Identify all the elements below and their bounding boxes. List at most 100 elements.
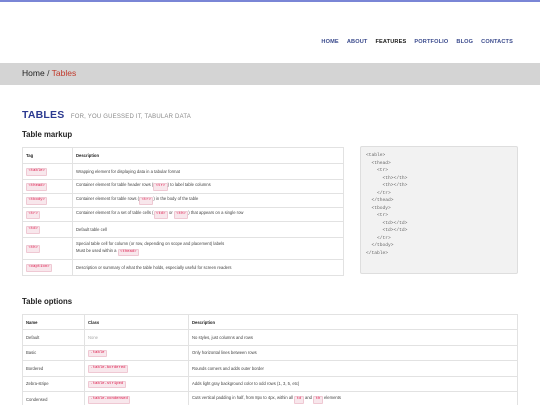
- cell-text: Must be used within a: [76, 247, 118, 253]
- table-row: Bordered .table-bordered Rounds corners an…: [22, 360, 518, 377]
- description-cell: Only horizontal lines between rows: [188, 344, 518, 361]
- table-markup-heading: Table markup: [22, 130, 73, 139]
- description-cell: Cuts vertical padding in half, from 8px …: [188, 391, 518, 405]
- inline-code: td: [294, 396, 304, 404]
- tag-code: <table>: [26, 168, 48, 176]
- cell-text: Adds light gray background color to odd …: [192, 381, 300, 387]
- description-cell: Container element for table header rows …: [72, 179, 344, 194]
- description-line: Wrapping element for displaying data in …: [76, 169, 340, 174]
- name-cell: Default: [22, 329, 85, 346]
- table-markup-table: Tag Description <table> Wrapping element …: [22, 147, 344, 276]
- cell-text: and: [303, 395, 314, 400]
- cell-text: Container element for a set of table cel…: [76, 210, 154, 216]
- inline-code: <tr>: [153, 183, 168, 191]
- cell-text: Special table cell for column (or row, d…: [76, 241, 225, 246]
- class-code: .table: [88, 349, 108, 357]
- table-row: <th> Special table cell for column (or ro…: [22, 237, 344, 260]
- table-row: <thead> Container element for table heade…: [22, 179, 344, 194]
- cell-text: Only horizontal lines between rows: [192, 350, 257, 356]
- description-cell: Container element for table rows (<tr>) …: [72, 193, 344, 208]
- inline-code: <td>: [153, 211, 168, 219]
- code-sample: <table> <thead> <tr> <th></th> <th></th>…: [360, 146, 518, 274]
- cell-text: Cuts vertical padding in half, from 8px …: [192, 395, 295, 400]
- markup-col-description: Description: [72, 147, 344, 164]
- description-cell: No styles, just columns and rows: [188, 329, 518, 346]
- tag-cell: <tbody>: [22, 193, 73, 208]
- markup-col-tag: Tag: [22, 147, 73, 164]
- page-subtitle: FOR, YOU GUESSED IT, TABULAR DATA: [70, 114, 191, 120]
- class-cell: .table: [84, 344, 189, 361]
- breadcrumb-home-link[interactable]: Home: [22, 68, 45, 78]
- cell-text: Wrapping element for displaying data in …: [76, 169, 180, 174]
- table-row: <tbody> Container element for table rows …: [22, 193, 344, 208]
- nav-item-contacts[interactable]: CONTACTS: [481, 39, 513, 45]
- cell-text: Rounds corners and adds outer border: [192, 365, 264, 371]
- tag-code: <thead>: [26, 183, 48, 191]
- inline-code: th: [313, 396, 323, 404]
- breadcrumb: Home / Tables: [22, 68, 76, 78]
- table-row: Default None No styles, just columns and r…: [22, 329, 518, 346]
- nav-item-portfolio[interactable]: PORTFOLIO: [414, 39, 448, 45]
- nav-item-about[interactable]: ABOUT: [347, 39, 368, 45]
- description-cell: Container element for a set of table cel…: [72, 207, 344, 222]
- description-line: Must be used within a <thead>: [76, 247, 340, 256]
- cell-text: Container element for table header rows …: [76, 182, 154, 188]
- page-heading: TABLES FOR, YOU GUESSED IT, TABULAR DATA: [22, 105, 191, 123]
- cell-text: No styles, just columns and rows: [192, 334, 253, 340]
- table-row: Condensed .table-condensed Cuts vertical p…: [22, 391, 518, 405]
- description-cell: Wrapping element for displaying data in …: [72, 163, 344, 180]
- name-cell: Bordered: [22, 360, 85, 377]
- class-cell: .table-bordered: [84, 360, 189, 377]
- cell-text: elements: [322, 395, 342, 400]
- cell-text: ) that appears on a single row: [188, 210, 244, 216]
- breadcrumb-separator: /: [47, 68, 50, 78]
- cell-text: Default table cell: [76, 227, 107, 232]
- class-code: .table-bordered: [88, 365, 129, 373]
- options-col-class: Class: [84, 314, 189, 330]
- nav-item-blog[interactable]: BLOG: [456, 39, 473, 45]
- cell-text: Container element for table rows (: [76, 196, 140, 202]
- tag-code: <td>: [26, 226, 41, 234]
- tag-cell: <caption>: [22, 259, 73, 276]
- nav-item-home[interactable]: HOME: [321, 39, 338, 45]
- tag-cell: <td>: [22, 221, 73, 238]
- cell-text: Description or summary of what the table…: [76, 265, 232, 270]
- description-line: Container element for table header rows …: [76, 182, 340, 191]
- inline-code: <thead>: [117, 248, 140, 256]
- breadcrumb-current: Tables: [51, 68, 77, 78]
- name-cell: Basic: [22, 344, 85, 361]
- breadcrumb-bar: Home / Tables: [0, 63, 540, 85]
- description-cell: Default table cell: [72, 221, 344, 238]
- table-options-table: Name Class Description Default None No sty…: [22, 314, 518, 405]
- name-cell: Condensed: [22, 391, 85, 405]
- tag-cell: <thead>: [22, 179, 73, 194]
- description-cell: Description or summary of what the table…: [72, 259, 344, 276]
- class-cell: None: [84, 329, 189, 346]
- main-nav: HOME ABOUT FEATURES PORTFOLIO BLOG CONTA…: [321, 39, 513, 45]
- options-col-description: Description: [188, 314, 518, 330]
- description-line: Description or summary of what the table…: [76, 265, 340, 270]
- description-line: Container element for a set of table cel…: [76, 210, 340, 219]
- class-code: .table-condensed: [88, 396, 131, 404]
- description-cell: Rounds corners and adds outer border: [188, 360, 518, 377]
- inline-code: <th>: [173, 211, 189, 219]
- table-row: Basic .table Only horizontal lines between…: [22, 344, 518, 361]
- tag-cell: <tr>: [22, 207, 73, 222]
- description-line: Container element for table rows (<tr>) …: [76, 196, 340, 205]
- class-none: None: [88, 334, 99, 340]
- description-cell: Special table cell for column (or row, d…: [72, 237, 344, 260]
- tag-code: <th>: [26, 245, 41, 253]
- table-row: <tr> Container element for a set of table…: [22, 207, 344, 222]
- table-row: <td> Default table cell: [22, 221, 344, 238]
- options-col-name: Name: [22, 314, 85, 330]
- tag-cell: <th>: [22, 237, 73, 260]
- top-accent-bar: [0, 0, 540, 2]
- table-row: <table> Wrapping element for displaying d…: [22, 163, 344, 180]
- nav-item-features[interactable]: FEATURES: [375, 39, 406, 45]
- inline-code: <tr>: [139, 197, 154, 205]
- table-row: Zebra-stripe .table-striped Adds light gra…: [22, 375, 518, 392]
- table-options-heading: Table options: [22, 297, 73, 306]
- cell-text: ) in the body of the table: [153, 196, 199, 202]
- tag-code: <caption>: [26, 264, 53, 272]
- tag-cell: <table>: [22, 163, 73, 180]
